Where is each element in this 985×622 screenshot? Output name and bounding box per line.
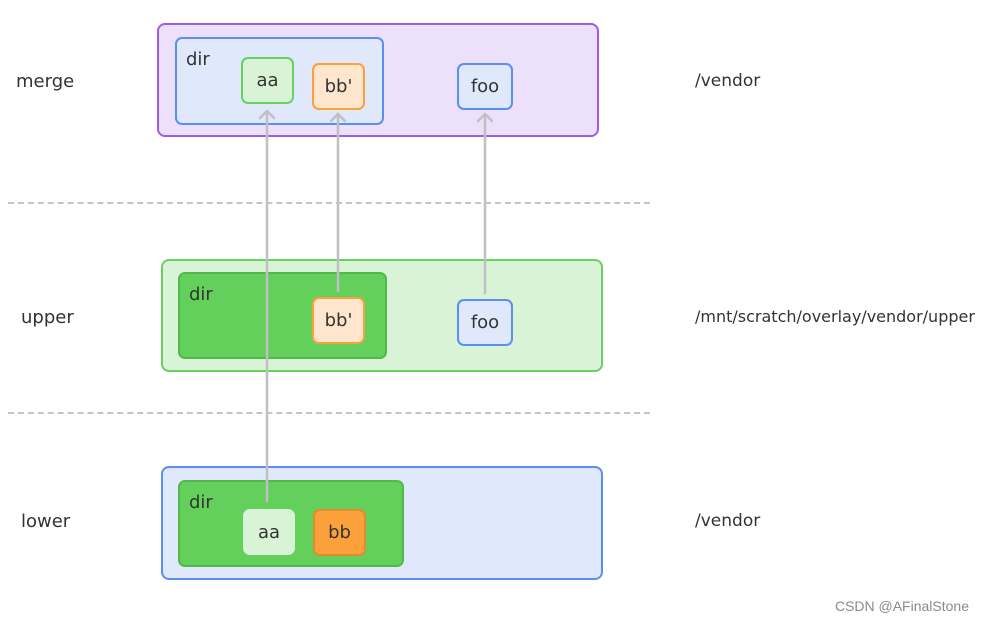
merge-row-label: merge (16, 71, 75, 92)
separator-upper-lower (8, 412, 650, 414)
merge-file-foo[interactable]: foo (457, 63, 513, 110)
merge-dir-label: dir (186, 49, 210, 70)
merge-path-label: /vendor (695, 71, 761, 91)
credit-watermark: CSDN @AFinalStone (834, 598, 969, 614)
upper-row-label: upper (21, 307, 74, 328)
lower-row-label: lower (21, 511, 71, 532)
separator-merge-upper (8, 202, 650, 204)
upper-dir-label: dir (189, 284, 213, 305)
merge-layer: dir aa bb' foo (157, 23, 599, 137)
upper-file-foo[interactable]: foo (457, 299, 513, 346)
merge-file-bb-prime[interactable]: bb' (312, 63, 365, 110)
upper-layer: dir bb' foo (161, 259, 603, 372)
lower-path-label: /vendor (695, 511, 761, 531)
lower-layer: dir aa bb (161, 466, 603, 580)
upper-file-bb-prime[interactable]: bb' (312, 297, 365, 344)
upper-path-label: /mnt/scratch/overlay/vendor/upper (695, 307, 975, 326)
lower-file-bb[interactable]: bb (313, 509, 366, 556)
lower-file-aa[interactable]: aa (243, 509, 295, 555)
merge-file-aa[interactable]: aa (241, 57, 294, 104)
lower-dir-label: dir (189, 492, 213, 513)
